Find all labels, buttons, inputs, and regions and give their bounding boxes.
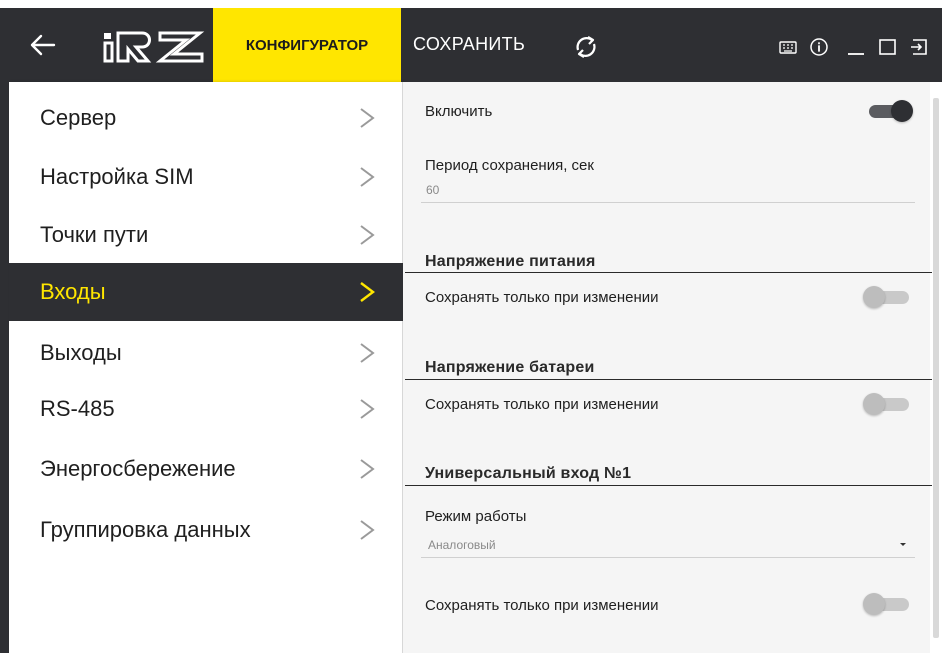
app-header: КОНФИГУРАТОР СОХРАНИТЬ — [0, 8, 942, 82]
chevron-right-icon — [360, 108, 375, 128]
back-arrow-icon[interactable] — [28, 30, 56, 60]
toggle-knob — [863, 593, 885, 615]
section-divider — [405, 272, 932, 273]
info-icon[interactable] — [808, 35, 830, 59]
save-button[interactable]: СОХРАНИТЬ — [413, 34, 525, 55]
chevron-right-icon — [360, 343, 375, 363]
exit-icon[interactable] — [909, 35, 931, 59]
section-divider — [405, 379, 932, 380]
sidebar-item-rs485[interactable]: RS-485 — [9, 380, 403, 438]
battery-voltage-save-on-change-toggle[interactable] — [863, 392, 913, 416]
sync-icon[interactable] — [572, 33, 600, 61]
chevron-right-icon — [360, 282, 375, 302]
supply-voltage-save-on-change-toggle[interactable] — [863, 285, 913, 309]
mode-select[interactable]: Аналоговый — [428, 538, 496, 552]
period-input-underline — [421, 202, 915, 203]
sidebar-item-power-saving[interactable]: Энергосбережение — [9, 440, 403, 498]
section-divider — [405, 485, 932, 486]
irz-logo — [103, 31, 205, 63]
chevron-right-icon — [360, 399, 375, 419]
period-input[interactable]: 60 — [426, 183, 439, 197]
chevron-right-icon — [360, 167, 375, 187]
save-on-change-label: Сохранять только при изменении — [425, 289, 659, 306]
keyboard-icon[interactable] — [778, 35, 798, 59]
mode-select-underline — [421, 557, 915, 558]
sidebar-item-inputs[interactable]: Входы — [9, 263, 403, 321]
sidebar-item-data-grouping[interactable]: Группировка данных — [9, 501, 403, 559]
sidebar-item-waypoints[interactable]: Точки пути — [9, 206, 403, 264]
sidebar-item-label: Выходы — [40, 340, 122, 365]
sidebar-item-outputs[interactable]: Выходы — [9, 324, 403, 382]
minimize-icon[interactable] — [845, 35, 867, 59]
section-title-universal-input-1: Универсальный вход №1 — [425, 465, 632, 482]
sidebar: Сервер Настройка SIM Точки пути Входы Вы… — [9, 82, 403, 653]
section-title-battery-voltage: Напряжение батареи — [425, 359, 595, 376]
enable-label: Включить — [425, 103, 493, 120]
sidebar-item-label: Точки пути — [40, 222, 149, 247]
sidebar-item-label: Группировка данных — [40, 517, 251, 542]
save-on-change-label: Сохранять только при изменении — [425, 597, 659, 614]
window-top-strip — [0, 0, 942, 8]
tab-configurator[interactable]: КОНФИГУРАТОР — [213, 8, 401, 82]
save-on-change-label: Сохранять только при изменении — [425, 396, 659, 413]
maximize-icon[interactable] — [877, 35, 899, 59]
sidebar-item-server[interactable]: Сервер — [9, 89, 403, 147]
sidebar-item-label: Настройка SIM — [40, 164, 194, 189]
sidebar-item-label: RS-485 — [40, 396, 115, 421]
toggle-knob — [891, 100, 913, 122]
scrollbar-thumb[interactable] — [933, 98, 939, 638]
sidebar-item-label: Входы — [40, 279, 106, 304]
period-label: Период сохранения, сек — [425, 157, 594, 174]
chevron-right-icon — [360, 225, 375, 245]
mode-label: Режим работы — [425, 508, 527, 525]
sidebar-edge — [0, 82, 9, 653]
sidebar-item-sim[interactable]: Настройка SIM — [9, 148, 403, 206]
chevron-down-icon[interactable] — [898, 542, 908, 548]
tab-configurator-label: КОНФИГУРАТОР — [245, 36, 369, 54]
chevron-right-icon — [360, 459, 375, 479]
sidebar-item-label: Сервер — [40, 105, 117, 130]
enable-toggle[interactable] — [865, 99, 915, 123]
chevron-right-icon — [360, 520, 375, 540]
toggle-knob — [863, 286, 885, 308]
section-title-supply-voltage: Напряжение питания — [425, 253, 596, 270]
universal-input-save-on-change-toggle[interactable] — [863, 592, 913, 616]
toggle-knob — [863, 393, 885, 415]
sidebar-item-label: Энергосбережение — [40, 456, 236, 481]
